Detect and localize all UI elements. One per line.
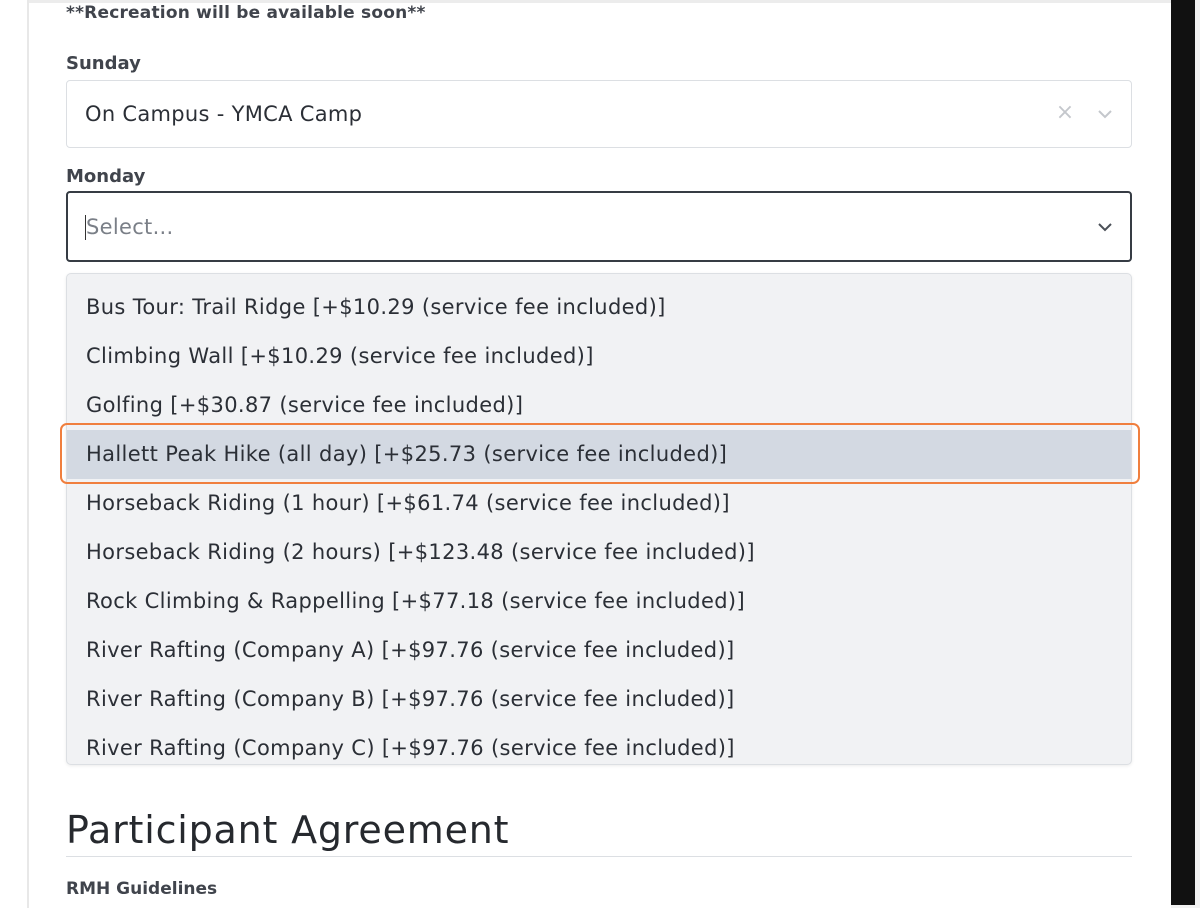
window-right-edge [1171,0,1200,908]
sunday-selected-value: On Campus - YMCA Camp [85,102,363,126]
sunday-select[interactable]: On Campus - YMCA Camp × [66,80,1132,148]
menu-option[interactable]: Horseback Riding (2 hours) [+$123.48 (se… [67,528,1131,577]
guidelines-label: RMH Guidelines [66,879,218,899]
sunday-label: Sunday [66,53,141,74]
menu-option[interactable]: Climbing Wall [+$10.29 (service fee incl… [67,332,1131,381]
monday-placeholder[interactable]: Select... [86,193,174,261]
section-title: Participant Agreement [66,808,510,852]
annotation-highlight-ring [60,423,1140,484]
menu-option[interactable]: River Rafting (Company A) [+$97.76 (serv… [67,626,1131,675]
dark-side-panel [1171,0,1195,905]
close-icon[interactable]: × [1054,102,1076,124]
section-divider [66,856,1132,857]
menu-option[interactable]: Horseback Riding (1 hour) [+$61.74 (serv… [67,479,1131,528]
window-left-edge [0,0,29,908]
monday-label: Monday [66,166,146,187]
monday-select[interactable]: Select... [66,191,1132,262]
recreation-notice: **Recreation will be available soon** [66,3,426,23]
menu-option[interactable]: River Rafting (Company C) [+$97.76 (serv… [67,724,1131,764]
menu-option[interactable]: Bus Tour: Trail Ridge [+$10.29 (service … [67,283,1131,332]
menu-option[interactable]: River Rafting (Company B) [+$97.76 (serv… [67,675,1131,724]
menu-option[interactable]: Rock Climbing & Rappelling [+$77.18 (ser… [67,577,1131,626]
chevron-down-icon[interactable] [1097,220,1113,234]
chevron-down-icon[interactable] [1097,107,1113,121]
monday-options-menu[interactable]: Bus Tour: Trail Ridge [+$10.29 (service … [66,273,1132,765]
